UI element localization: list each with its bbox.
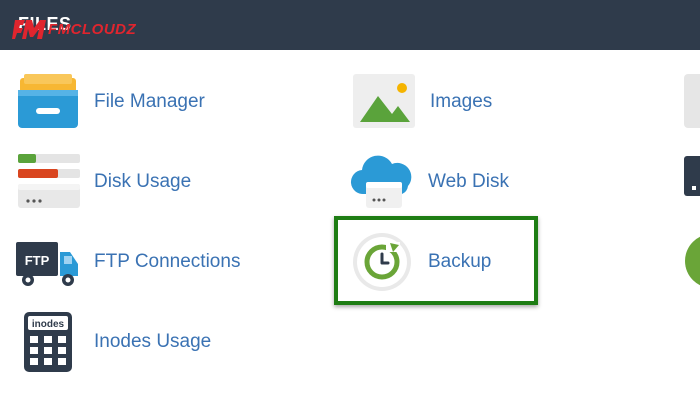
brand-logo: FMCLOUDZ	[12, 16, 136, 42]
brand-logo-icon	[12, 20, 46, 39]
partial-item-icon-row3[interactable]	[684, 232, 700, 295]
inodes-usage-label: Inodes Usage	[94, 331, 212, 352]
disk-usage-icon	[16, 152, 80, 212]
images-label: Images	[430, 91, 493, 112]
file-manager-icon	[16, 72, 80, 132]
web-disk-label: Web Disk	[428, 171, 509, 192]
section-header: FILES FMCLOUDZ	[0, 0, 700, 50]
ftp-icon-text: FTP	[25, 253, 50, 268]
images-icon	[352, 72, 416, 132]
brand-logo-text: FMCLOUDZ	[48, 20, 137, 38]
inodes-usage-link[interactable]: inodes Inodes Usage	[16, 312, 211, 372]
ftp-connections-link[interactable]: FTP FTP Connections	[16, 232, 240, 292]
file-manager-link[interactable]: File Manager	[16, 72, 205, 132]
partial-item-icon-row2[interactable]	[684, 152, 700, 215]
ftp-connections-label: FTP Connections	[94, 251, 241, 272]
disk-usage-label: Disk Usage	[94, 171, 192, 192]
partial-item-icon-row1[interactable]	[684, 72, 700, 135]
inodes-icon-text: inodes	[32, 319, 65, 330]
images-link[interactable]: Images	[352, 72, 492, 132]
ftp-truck-icon: FTP	[16, 232, 80, 292]
file-manager-label: File Manager	[94, 91, 205, 112]
inodes-calculator-icon: inodes	[16, 312, 80, 372]
backup-highlight-box	[334, 216, 538, 305]
web-disk-icon	[350, 152, 414, 212]
disk-usage-link[interactable]: Disk Usage	[16, 152, 191, 212]
web-disk-link[interactable]: Web Disk	[350, 152, 509, 212]
